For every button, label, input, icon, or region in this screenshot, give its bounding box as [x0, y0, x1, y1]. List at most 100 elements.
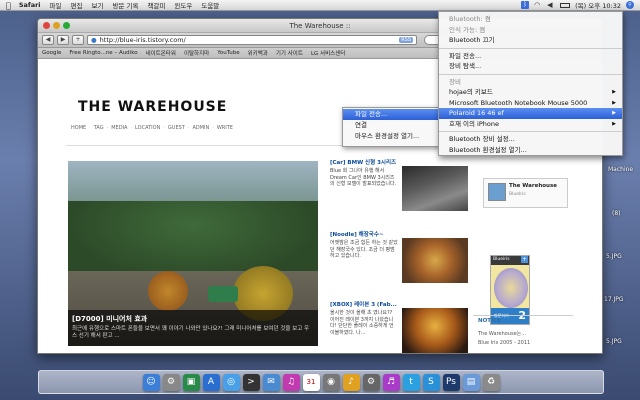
menu-edit[interactable]: 편집	[71, 0, 83, 10]
nav-tag[interactable]: TAG	[94, 125, 104, 131]
bluetooth-icon[interactable]: ᛒ	[521, 1, 530, 9]
apple-icon[interactable]: 	[6, 1, 11, 10]
post-title[interactable]: [Car] BMW 신형 3시리즈	[330, 158, 475, 166]
bookmark-item[interactable]: 위키백과	[248, 49, 268, 57]
hero-caption[interactable]: [D7000] 미니어처 효과 최근에 유행으로 스마트 폰들을 보면서 꽤 이…	[68, 310, 318, 346]
post-item[interactable]: [XBOX] 레이븐 3 (Fab... 올시한 것이 올해 초 였나요?? 이…	[330, 300, 475, 353]
itunes-icon[interactable]: ♫	[282, 373, 300, 391]
terminal-icon[interactable]: >	[242, 373, 260, 391]
safari-icon[interactable]: ◎	[222, 373, 240, 391]
itunes2-icon[interactable]: ♬	[382, 373, 400, 391]
avatar[interactable]	[488, 183, 506, 201]
bt-send-file-label: 파일 전송...	[449, 51, 482, 60]
menu-bookmarks[interactable]: 책갈피	[147, 0, 165, 10]
forward-button[interactable]: ▶	[57, 35, 69, 45]
twitter-icon[interactable]: t	[402, 373, 420, 391]
nav-media[interactable]: MEDIA	[111, 125, 127, 131]
bt-device-polaroid[interactable]: Polaroid 16 46 ef ▶	[439, 108, 622, 119]
bookmark-item[interactable]: 이탈하지마	[184, 49, 209, 57]
zoom-button[interactable]	[63, 22, 70, 29]
mail-icon[interactable]: ✉	[262, 373, 280, 391]
add-bookmark-button[interactable]: +	[72, 35, 84, 45]
spotlight-icon[interactable]: ⚲	[626, 1, 634, 9]
post-title[interactable]: [XBOX] 레이븐 3 (Fab...	[330, 300, 475, 308]
camera-icon[interactable]: ◉	[322, 373, 340, 391]
music-icon[interactable]: ♪	[342, 373, 360, 391]
post-title[interactable]: [Noodle] 해장국수~	[330, 230, 475, 238]
bt-device-mouse[interactable]: Microsoft Bluetooth Notebook Mouse 5000 ▶	[439, 98, 622, 109]
hero-title[interactable]: [D7000] 미니어처 효과	[72, 314, 314, 324]
plus-icon[interactable]: +	[521, 256, 528, 263]
bt-device-iphone[interactable]: 호재 이의 iPhone ▶	[439, 119, 622, 130]
menu-view[interactable]: 보기	[91, 0, 103, 10]
hero-image[interactable]: [D7000] 미니어처 효과 최근에 유행으로 스마트 폰들을 보면서 꽤 이…	[68, 161, 318, 346]
nav-home[interactable]: HOME	[71, 125, 86, 131]
profile-sub: BlueIris	[509, 192, 526, 197]
calendar-icon[interactable]: 31	[302, 373, 320, 391]
bt-toggle[interactable]: Bluetooth 끄기	[439, 35, 622, 46]
profile-card[interactable]: The Warehouse BlueIris	[483, 178, 568, 208]
gear-icon[interactable]: ⚙	[362, 373, 380, 391]
blog-title[interactable]: THE WAREHOUSE	[78, 99, 227, 115]
desktop-item-label[interactable]: Machine	[608, 166, 633, 173]
menu-help[interactable]: 도움말	[201, 0, 219, 10]
system-prefs-icon[interactable]: ⚙	[162, 373, 180, 391]
bt-browse[interactable]: 장비 탐색...	[439, 61, 622, 72]
bookmark-item[interactable]: 네이트온타워	[146, 49, 176, 57]
menu-file[interactable]: 파일	[50, 0, 62, 10]
bt-send-file[interactable]: 파일 전송...	[439, 51, 622, 62]
close-button[interactable]	[43, 22, 50, 29]
menu-window[interactable]: 윈도우	[174, 0, 192, 10]
bookmark-item[interactable]: Google	[42, 50, 61, 56]
bt-setup[interactable]: Bluetooth 장비 설정...	[439, 134, 622, 145]
notice-title: NOTICE	[478, 318, 501, 324]
notice-line[interactable]: The Warehouse는...	[478, 330, 526, 337]
widget-head-label: Blueiris	[493, 257, 510, 262]
menu-history[interactable]: 방문 기록	[112, 0, 138, 10]
bookmark-item[interactable]: 기기 사이트	[276, 49, 303, 57]
wifi-icon[interactable]: ◠	[534, 1, 542, 9]
menu-separator	[439, 73, 622, 75]
volume-icon[interactable]: ◀	[547, 1, 555, 9]
window-title: The Warehouse ::	[289, 21, 351, 30]
nav-guest[interactable]: GUEST	[168, 125, 185, 131]
back-button[interactable]: ◀	[42, 35, 54, 45]
post-thumbnail[interactable]	[402, 238, 468, 283]
iphoto-icon[interactable]: ▣	[182, 373, 200, 391]
post-thumbnail[interactable]	[402, 308, 468, 353]
bt-browse-label: 장비 탐색...	[449, 62, 482, 70]
finder-icon[interactable]: ☺	[142, 373, 160, 391]
nav-write[interactable]: WRITE	[217, 125, 233, 131]
bt-device-label: hojae의 키보드	[449, 88, 493, 96]
menu-app[interactable]: Safari	[19, 1, 41, 9]
desktop-item-label[interactable]: 5.JPG	[606, 253, 622, 260]
desktop-item-label[interactable]: 5.JPG	[606, 338, 622, 345]
submenu-mouse-prefs[interactable]: 마우스 환경설정 열기...	[343, 131, 439, 142]
post-item[interactable]: [Car] BMW 신형 3시리즈 Blue 회 그나아 유행 해서 Dream…	[330, 158, 475, 211]
minimize-button[interactable]	[53, 22, 60, 29]
bt-prefs[interactable]: Bluetooth 환경설정 열기...	[439, 145, 622, 156]
post-thumbnail[interactable]	[402, 166, 468, 211]
post-item[interactable]: [Noodle] 해장국수~ 어젯밤은 조금 힘든 하는 것 같았던 해장국수 …	[330, 230, 475, 283]
submenu-send-file[interactable]: 파일 전송...	[343, 109, 439, 120]
url-bar[interactable]: ● http://blue-iris.tistory.com/ RSS	[87, 35, 417, 45]
appstore-icon[interactable]: A	[202, 373, 220, 391]
desktop-item-label[interactable]: 17.JPG	[604, 296, 624, 303]
desktop-item-label[interactable]: (8)	[612, 210, 621, 217]
folder-icon[interactable]: ▤	[462, 373, 480, 391]
rss-button[interactable]: RSS	[399, 37, 413, 43]
photoshop-icon[interactable]: Ps	[442, 373, 460, 391]
battery-icon[interactable]	[560, 2, 571, 8]
skype-icon[interactable]: S	[422, 373, 440, 391]
nav-admin[interactable]: ADMIN	[192, 125, 209, 131]
bookmark-item[interactable]: Free Ringto...ne – Audiko	[69, 50, 137, 56]
clock[interactable]: (목) 오후 10:32	[575, 0, 621, 10]
trash-icon[interactable]: ♻	[482, 373, 500, 391]
bt-status-label: Bluetooth: 켬	[449, 15, 491, 23]
bookmark-item[interactable]: YouTube	[217, 50, 239, 56]
bt-device-label: Microsoft Bluetooth Notebook Mouse 5000	[449, 98, 588, 107]
submenu-connect[interactable]: 연결	[343, 120, 439, 131]
nav-location[interactable]: LOCATION	[135, 125, 160, 131]
bookmark-item[interactable]: LG 서비스센터	[311, 49, 345, 57]
bt-device-keyboard[interactable]: hojae의 키보드 ▶	[439, 87, 622, 98]
